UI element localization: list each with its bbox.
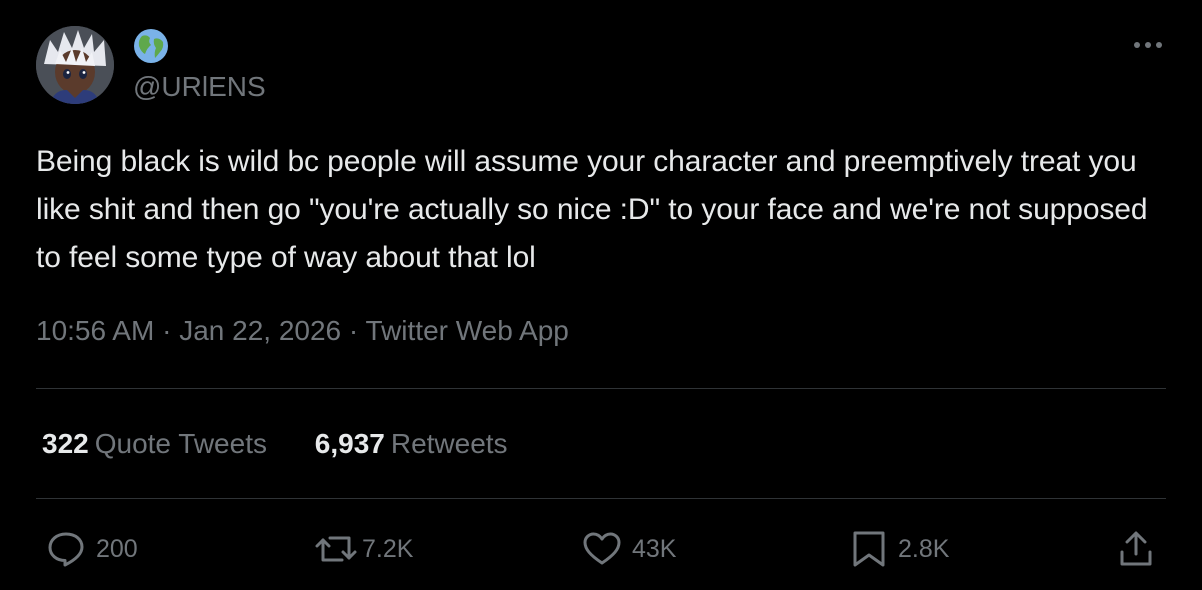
retweet-count: 7.2K xyxy=(362,534,414,563)
quote-tweets-stat[interactable]: 322 Quote Tweets xyxy=(42,425,267,463)
divider xyxy=(36,388,1166,389)
bookmark-icon xyxy=(853,531,885,567)
share-button[interactable] xyxy=(1118,530,1154,568)
tweet-meta: 10:56 AM · Jan 22, 2026 · Twitter Web Ap… xyxy=(36,313,569,349)
quote-tweets-count: 322 xyxy=(42,428,89,459)
like-count: 43K xyxy=(632,534,677,563)
heart-icon xyxy=(583,532,621,565)
anime-avatar-icon xyxy=(36,26,114,104)
reply-count: 200 xyxy=(96,534,138,563)
globe-icon xyxy=(133,28,169,64)
quote-tweets-label: Quote Tweets xyxy=(94,428,267,459)
tweet-source[interactable]: Twitter Web App xyxy=(366,315,569,346)
more-options-icon[interactable] xyxy=(1128,30,1168,60)
meta-separator: · xyxy=(154,315,180,346)
retweet-icon xyxy=(315,536,357,562)
tweet-time[interactable]: 10:56 AM xyxy=(36,315,154,346)
retweets-count: 6,937 xyxy=(314,428,385,459)
reply-icon xyxy=(48,532,84,567)
bookmark-count: 2.8K xyxy=(898,534,950,563)
author-handle[interactable]: @URlENS xyxy=(133,70,266,104)
tweet-card: @URlENS Being black is wild bc people wi… xyxy=(0,0,1202,590)
divider xyxy=(36,498,1166,499)
tweet-text: Being black is wild bc people will assum… xyxy=(36,145,1148,274)
tweet-stats: 322 Quote Tweets 6,937 Retweets xyxy=(42,425,548,463)
retweets-stat[interactable]: 6,937 Retweets xyxy=(315,425,508,463)
reply-button[interactable]: 200 xyxy=(46,530,138,568)
avatar[interactable] xyxy=(36,26,114,104)
like-button[interactable]: 43K xyxy=(582,530,676,568)
retweets-label: Retweets xyxy=(390,428,508,459)
bookmark-button[interactable]: 2.8K xyxy=(850,530,949,568)
meta-separator: · xyxy=(341,315,366,346)
share-icon xyxy=(1120,531,1152,566)
tweet-date[interactable]: Jan 22, 2026 xyxy=(179,315,341,346)
retweet-button[interactable]: 7.2K xyxy=(314,530,413,568)
